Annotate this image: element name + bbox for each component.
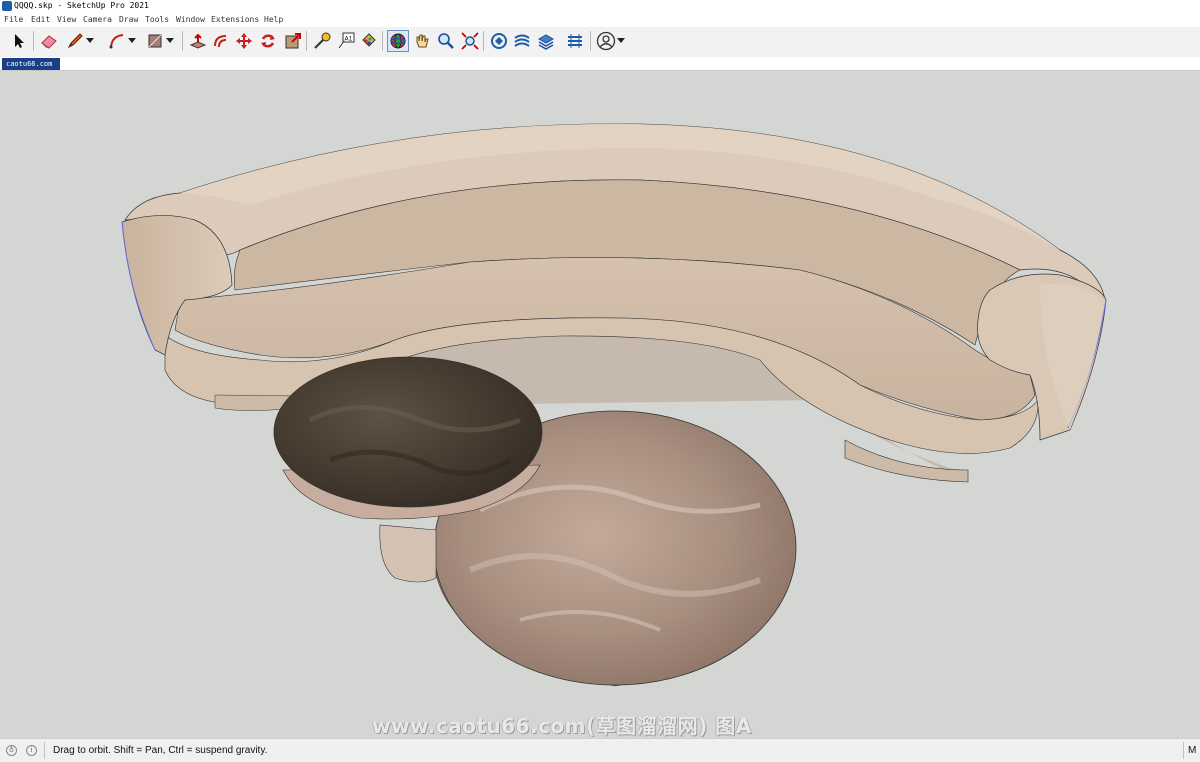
toolbar-separator [483,31,484,51]
text-tool[interactable]: A1 [335,30,357,52]
eraser-icon [41,35,57,49]
model-viewport[interactable]: www.caotu66.com(草图溜溜网) 图A [0,71,1200,738]
status-separator [1183,742,1184,759]
toolbar-separator [182,31,183,51]
account-tool[interactable] [595,30,625,52]
status-bar: ♁ i Drag to orbit. Shift = Pan, Ctrl = s… [0,738,1200,762]
offset-tool[interactable] [210,30,232,52]
geo-location-icon[interactable]: ♁ [6,745,17,756]
menu-camera[interactable]: Camera [83,13,112,26]
extension-warehouse-icon [514,34,530,47]
text-icon: A1 [338,32,355,49]
chevron-down-icon[interactable] [128,38,136,43]
menu-edit[interactable]: Edit [31,13,50,26]
push-pull-icon [189,33,207,49]
menu-window[interactable]: Window [176,13,205,26]
zoom-tool[interactable] [435,30,457,52]
title-bar: QQQQ.skp - SketchUp Pro 2021 [0,0,1200,12]
measurements-box[interactable]: M [1188,745,1196,756]
tape-measure-icon [314,32,331,49]
scale-icon [285,33,301,49]
tape-measure-tool[interactable] [311,30,333,52]
eraser-tool[interactable] [38,30,60,52]
menu-extensions[interactable]: Extensions [211,13,259,26]
rotate-tool[interactable] [257,30,279,52]
hand-icon [416,34,429,48]
menu-help[interactable]: Help [264,13,283,26]
3d-warehouse-icon [491,33,507,49]
send-to-layout-tool[interactable] [535,30,557,52]
zoom-icon [438,33,454,49]
warehouse-tool[interactable] [488,30,510,52]
rotate-icon [261,34,275,48]
scale-tool[interactable] [282,30,304,52]
scene-tab-bar: caotu66.com [0,57,1200,71]
status-separator [44,742,45,759]
model-canvas[interactable] [0,71,1200,738]
zoom-extents-icon [461,32,479,50]
zoom-extents-tool[interactable] [459,30,481,52]
pan-tool[interactable] [411,30,433,52]
offset-icon [214,35,227,48]
select-tool[interactable] [8,30,30,52]
main-toolbar: A1 [0,27,1200,57]
paint-bucket-tool[interactable] [358,30,380,52]
toolbar-separator [382,31,383,51]
push-pull-tool[interactable] [187,30,209,52]
shapes-tool[interactable] [144,30,174,52]
sketchup-app-icon [2,1,12,11]
rectangle-icon [148,34,162,48]
paint-bucket-icon [362,33,376,47]
chevron-down-icon[interactable] [617,38,625,43]
move-icon [236,33,252,49]
menu-file[interactable]: File [4,13,23,26]
window-title: QQQQ.skp - SketchUp Pro 2021 [14,1,149,10]
user-icon [596,31,616,51]
info-icon[interactable]: i [26,745,37,756]
pencil-icon [67,33,83,49]
menu-view[interactable]: View [57,13,76,26]
toolbar-separator [306,31,307,51]
scene-tab[interactable]: caotu66.com [2,58,60,70]
status-hint: Drag to orbit. Shift = Pan, Ctrl = suspe… [53,745,268,756]
orbit-tool[interactable] [387,30,409,52]
move-tool[interactable] [233,30,255,52]
line-tool[interactable] [64,30,94,52]
toolbar-separator [590,31,591,51]
orbit-icon [390,33,406,49]
layout-icon [537,34,555,50]
menu-bar: File Edit View Camera Draw Tools Window … [0,13,1200,26]
extension-manager-icon [568,34,582,48]
svg-text:A1: A1 [345,36,353,43]
extension-manager-tool[interactable] [564,30,586,52]
toolbar-separator [33,31,34,51]
watermark-text: www.caotu66.com(草图溜溜网) 图A [372,714,752,738]
chevron-down-icon[interactable] [86,38,94,43]
arc-tool[interactable] [106,30,136,52]
menu-draw[interactable]: Draw [119,13,138,26]
menu-tools[interactable]: Tools [145,13,169,26]
chevron-down-icon[interactable] [166,38,174,43]
arc-icon [109,34,124,49]
cursor-arrow-icon [15,34,24,48]
extension-warehouse-tool[interactable] [511,30,533,52]
